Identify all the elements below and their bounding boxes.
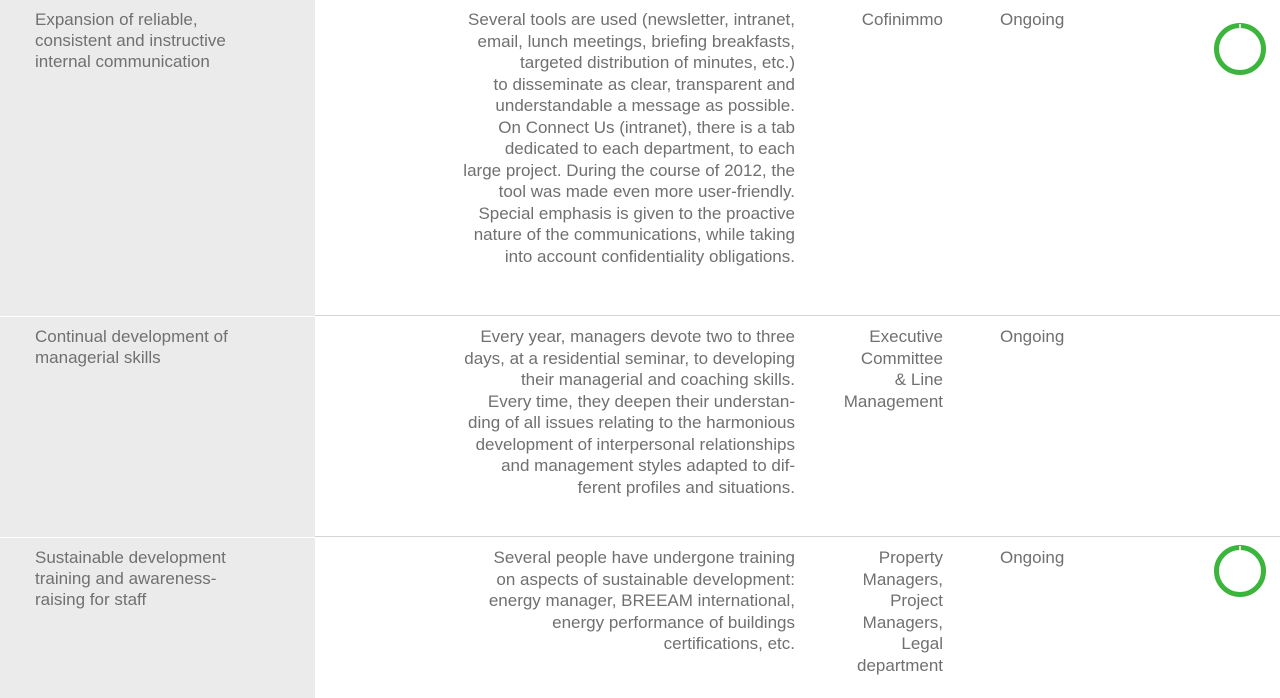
progress-ring-icon	[1214, 23, 1266, 75]
description-cell: Several people have undergone training o…	[488, 548, 795, 653]
row-divider	[315, 536, 1280, 537]
progress-ring-icon	[1214, 545, 1266, 597]
status-cell: Ongoing	[1000, 327, 1065, 346]
description-cell: Every year, managers devote two to three…	[464, 327, 795, 497]
responsible-cell: Executive Committee & Line Management	[843, 327, 943, 411]
table-row: Expansion of reliable, consistent and in…	[0, 0, 1280, 316]
objective-cell: Continual development of managerial skil…	[0, 317, 315, 537]
status-cell: Ongoing	[1000, 548, 1065, 567]
responsible-cell: Property Managers, Project Managers, Leg…	[857, 548, 943, 675]
objective-cell: Sustainable development training and awa…	[0, 538, 315, 698]
description-cell: Several tools are used (newsletter, intr…	[463, 10, 795, 266]
objective-cell: Expansion of reliable, consistent and in…	[0, 0, 315, 316]
row-divider	[315, 315, 1280, 316]
table-row: Continual development of managerial skil…	[0, 317, 1280, 537]
table-row: Sustainable development training and awa…	[0, 538, 1280, 698]
responsible-cell: Cofinimmo	[861, 10, 943, 29]
status-cell: Ongoing	[1000, 10, 1065, 29]
